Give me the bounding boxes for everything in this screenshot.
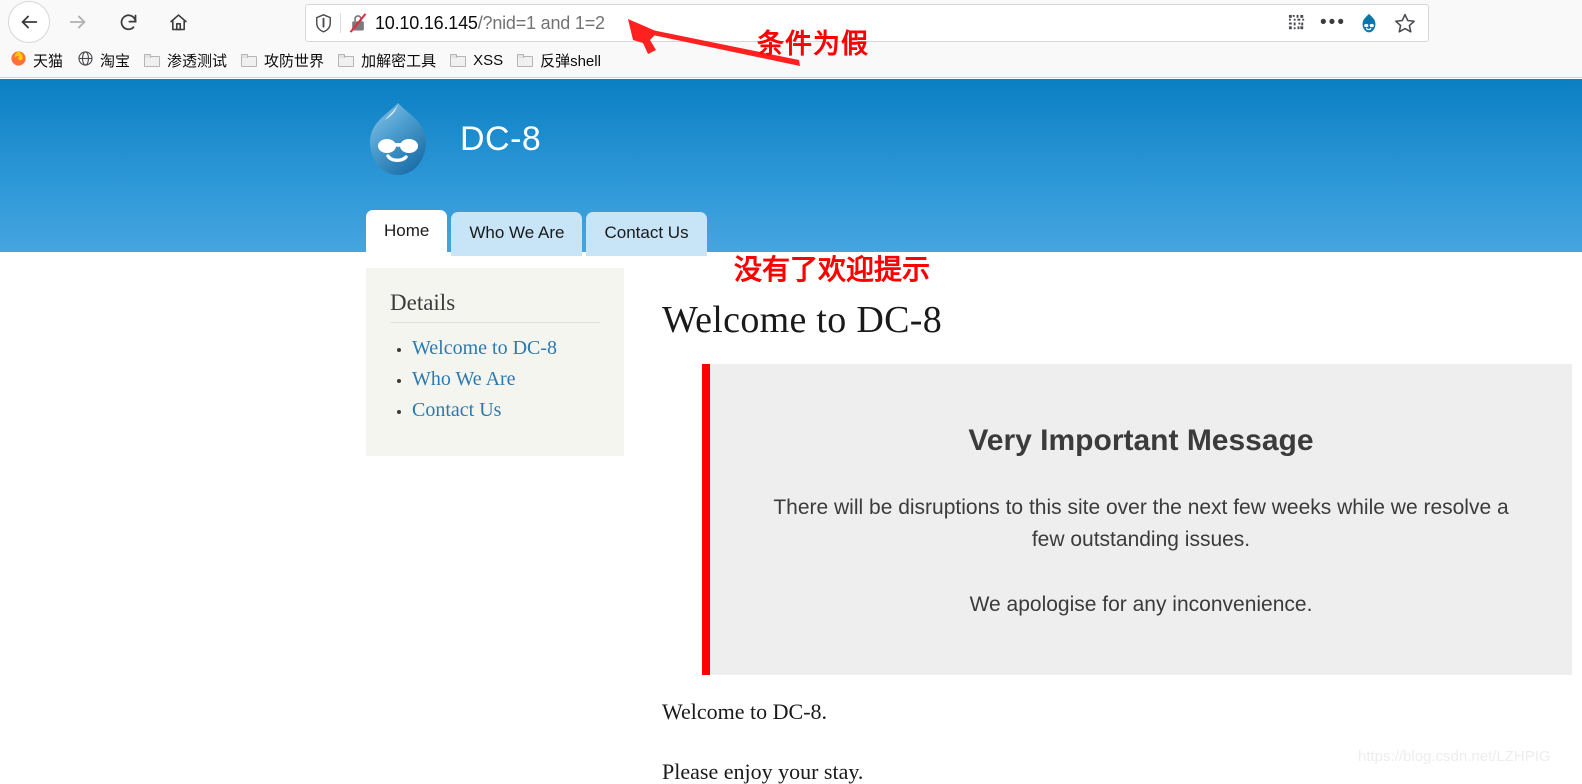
list-item[interactable]: Contact Us <box>412 399 600 422</box>
bookmark-label: 攻防世界 <box>264 53 325 70</box>
globe-icon <box>77 50 94 71</box>
url-host: 10.10.16.145 <box>375 12 478 33</box>
more-actions-dots: ••• <box>1320 12 1346 33</box>
bookmark-item-crypto-tools[interactable]: 加解密工具 <box>338 50 436 71</box>
qr-code-icon[interactable] <box>1280 6 1314 40</box>
annotation-condition-false: 条件为假 <box>757 29 869 59</box>
folder-icon <box>144 53 161 68</box>
folder-icon <box>450 53 467 68</box>
tracking-protection-shield-icon[interactable] <box>306 13 340 34</box>
folder-icon <box>241 53 258 68</box>
main-article: 没有了欢迎提示 Welcome to DC-8 Very Important M… <box>662 252 1572 784</box>
tab-who-we-are[interactable]: Who We Are <box>451 212 583 256</box>
folder-icon <box>338 53 355 68</box>
drupal-page-action-icon[interactable] <box>1352 6 1386 40</box>
site-branding[interactable]: DC-8 <box>362 101 541 177</box>
sidebar-details-block: Details Welcome to DC-8 Who We Are Conta… <box>366 268 624 456</box>
bookmark-label: 加解密工具 <box>361 53 437 70</box>
drupal-droplet-logo-icon <box>362 101 434 177</box>
watermark: https://blog.csdn.net/LZHPIG <box>1358 748 1551 765</box>
bookmark-item-tmall[interactable]: 天猫 <box>10 50 63 71</box>
annotation-no-welcome-note: 没有了欢迎提示 <box>733 254 930 285</box>
site-header: DC-8 Home Who We Are Contact Us <box>0 79 1582 256</box>
important-message-blockquote: Very Important Message There will be dis… <box>702 364 1572 675</box>
blockquote-heading: Very Important Message <box>968 424 1314 457</box>
bookmark-label: 天猫 <box>33 53 64 70</box>
back-button[interactable] <box>8 1 50 43</box>
list-item[interactable]: Who We Are <box>412 368 600 391</box>
sidebar-divider <box>390 322 600 323</box>
page-title: Welcome to DC-8 <box>662 299 943 341</box>
page-viewport: DC-8 Home Who We Are Contact Us Details … <box>0 79 1582 784</box>
list-item[interactable]: Welcome to DC-8 <box>412 337 600 360</box>
site-name: DC-8 <box>460 119 542 158</box>
blockquote-paragraph-1: There will be disruptions to this site o… <box>773 496 1509 551</box>
address-bar-actions: ••• <box>1280 6 1428 40</box>
bookmark-item-xss[interactable]: XSS <box>450 52 503 69</box>
forward-button[interactable] <box>56 3 100 41</box>
bookmark-item-pentest[interactable]: 渗透测试 <box>144 50 227 71</box>
home-button[interactable] <box>156 3 200 41</box>
insecure-lock-crossed-icon[interactable] <box>341 12 375 34</box>
bookmark-label: XSS <box>473 52 504 69</box>
reload-button[interactable] <box>106 3 150 41</box>
sidebar-link-welcome[interactable]: Welcome to DC-8 <box>412 337 557 359</box>
sidebar-link-who-we-are[interactable]: Who We Are <box>412 368 516 390</box>
bookmark-label: 渗透测试 <box>167 53 228 70</box>
blockquote-paragraph-2: We apologise for any inconvenience. <box>969 593 1313 616</box>
sidebar-link-contact-us[interactable]: Contact Us <box>412 399 501 421</box>
sidebar-title: Details <box>390 290 456 315</box>
more-actions-icon[interactable]: ••• <box>1316 6 1350 40</box>
bookmark-label: 淘宝 <box>100 53 131 70</box>
sidebar-link-list: Welcome to DC-8 Who We Are Contact Us <box>390 337 600 422</box>
url-path: /?nid=1 and 1=2 <box>477 12 605 33</box>
bookmark-label: 反弹shell <box>540 53 601 70</box>
bookmark-item-ctf[interactable]: 攻防世界 <box>241 50 324 71</box>
primary-navigation: Home Who We Are Contact Us <box>366 210 707 256</box>
bookmark-item-taobao[interactable]: 淘宝 <box>77 50 130 71</box>
bookmark-item-reverse-shell[interactable]: 反弹shell <box>517 50 601 71</box>
folder-icon <box>517 53 534 68</box>
firefox-icon <box>10 50 27 71</box>
navigation-buttons <box>0 0 200 44</box>
bookmark-star-icon[interactable] <box>1388 6 1422 40</box>
outro-line-1: Welcome to DC-8. <box>662 698 828 724</box>
tab-home[interactable]: Home <box>366 210 448 256</box>
